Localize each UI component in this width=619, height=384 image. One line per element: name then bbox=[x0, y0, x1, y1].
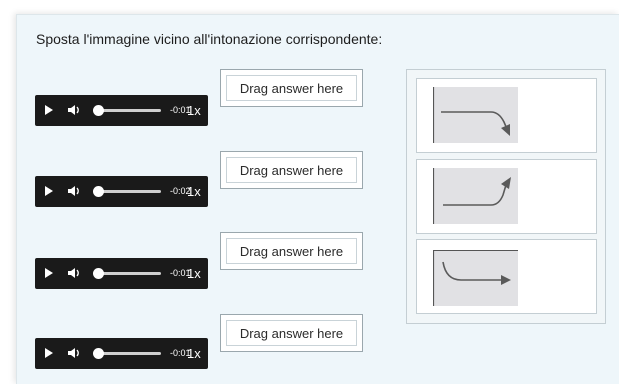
volume-icon[interactable] bbox=[67, 346, 81, 360]
playback-speed-button[interactable]: 1x bbox=[187, 103, 201, 118]
play-icon[interactable] bbox=[45, 348, 53, 358]
playback-speed-button[interactable]: 1x bbox=[187, 266, 201, 281]
draggable-image-1[interactable] bbox=[416, 78, 597, 153]
question-panel: Sposta l'immagine vicino all'intonazione… bbox=[16, 14, 619, 384]
progress-slider[interactable] bbox=[97, 190, 161, 193]
draggable-image-3[interactable] bbox=[416, 239, 597, 314]
volume-icon[interactable] bbox=[67, 266, 81, 280]
drop-zone-3[interactable]: Drag answer here bbox=[220, 232, 363, 270]
drop-zone-4[interactable]: Drag answer here bbox=[220, 314, 363, 352]
drop-zone-label: Drag answer here bbox=[226, 157, 357, 183]
draggable-image-2[interactable] bbox=[416, 159, 597, 234]
audio-player-1[interactable]: -0:01 1x bbox=[35, 95, 208, 126]
instruction-text: Sposta l'immagine vicino all'intonazione… bbox=[36, 31, 383, 47]
play-icon[interactable] bbox=[45, 105, 53, 115]
playback-speed-button[interactable]: 1x bbox=[187, 346, 201, 361]
fall-then-level-intonation-arrow-icon[interactable] bbox=[433, 250, 518, 306]
rising-intonation-arrow-icon[interactable] bbox=[433, 168, 518, 224]
volume-icon[interactable] bbox=[67, 103, 81, 117]
drop-zone-1[interactable]: Drag answer here bbox=[220, 69, 363, 107]
progress-slider-thumb[interactable] bbox=[93, 186, 104, 197]
progress-slider[interactable] bbox=[97, 109, 161, 112]
progress-slider[interactable] bbox=[97, 272, 161, 275]
falling-intonation-arrow-icon[interactable] bbox=[433, 87, 518, 143]
drop-zone-label: Drag answer here bbox=[226, 238, 357, 264]
play-icon[interactable] bbox=[45, 186, 53, 196]
play-icon[interactable] bbox=[45, 268, 53, 278]
drop-zone-2[interactable]: Drag answer here bbox=[220, 151, 363, 189]
drop-zone-label: Drag answer here bbox=[226, 320, 357, 346]
volume-icon[interactable] bbox=[67, 184, 81, 198]
audio-player-3[interactable]: -0:01 1x bbox=[35, 258, 208, 289]
drop-zone-label: Drag answer here bbox=[226, 75, 357, 101]
progress-slider-thumb[interactable] bbox=[93, 105, 104, 116]
progress-slider-thumb[interactable] bbox=[93, 348, 104, 359]
progress-slider[interactable] bbox=[97, 352, 161, 355]
audio-player-4[interactable]: -0:01 1x bbox=[35, 338, 208, 369]
progress-slider-thumb[interactable] bbox=[93, 268, 104, 279]
audio-player-2[interactable]: -0:02 1x bbox=[35, 176, 208, 207]
playback-speed-button[interactable]: 1x bbox=[187, 184, 201, 199]
draggable-options-area bbox=[406, 69, 606, 324]
